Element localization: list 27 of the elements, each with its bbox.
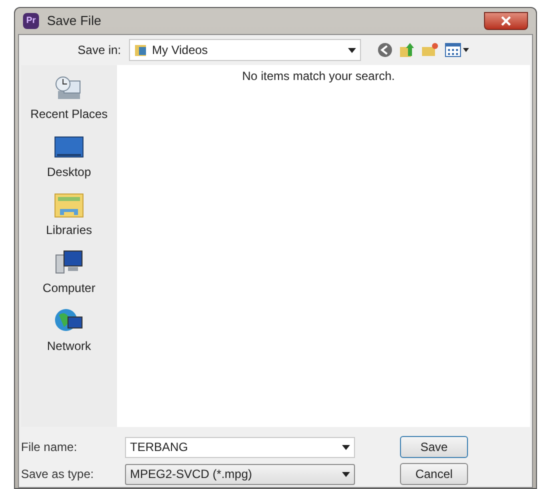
file-type-dropdown[interactable]: MPEG2-SVCD (*.mpg) (125, 464, 355, 484)
field-label: Save in: (76, 42, 122, 59)
field-label: Save as type: (21, 466, 95, 483)
place-item[interactable]: Desktop (23, 131, 115, 181)
caret-icon (342, 472, 350, 476)
close-icon (501, 16, 511, 26)
caret-icon (348, 48, 356, 52)
place-item[interactable]: Computer (23, 247, 115, 297)
app-icon: Pr (23, 13, 39, 29)
field-label: File name: (21, 439, 78, 456)
place-item[interactable]: Libraries (23, 189, 115, 239)
save-button[interactable]: Save (400, 436, 468, 458)
place-item[interactable]: Recent Places (23, 73, 115, 123)
place-item[interactable]: Network (23, 305, 115, 355)
folder-icon (54, 191, 84, 219)
close-button[interactable] (484, 12, 528, 30)
folder-icon (134, 43, 148, 57)
caret-icon (342, 444, 350, 450)
up-folder-icon[interactable] (399, 42, 415, 58)
empty-message: No items match your search. (242, 68, 395, 85)
view-menu-icon[interactable] (445, 43, 469, 57)
file-name-field[interactable]: TERBANG (125, 436, 355, 458)
cancel-button[interactable]: Cancel (400, 463, 468, 485)
location-dropdown[interactable]: My Videos (129, 39, 361, 61)
new-folder-icon[interactable] (421, 42, 439, 58)
back-icon[interactable] (377, 42, 393, 58)
window-title: Save File (47, 12, 102, 30)
